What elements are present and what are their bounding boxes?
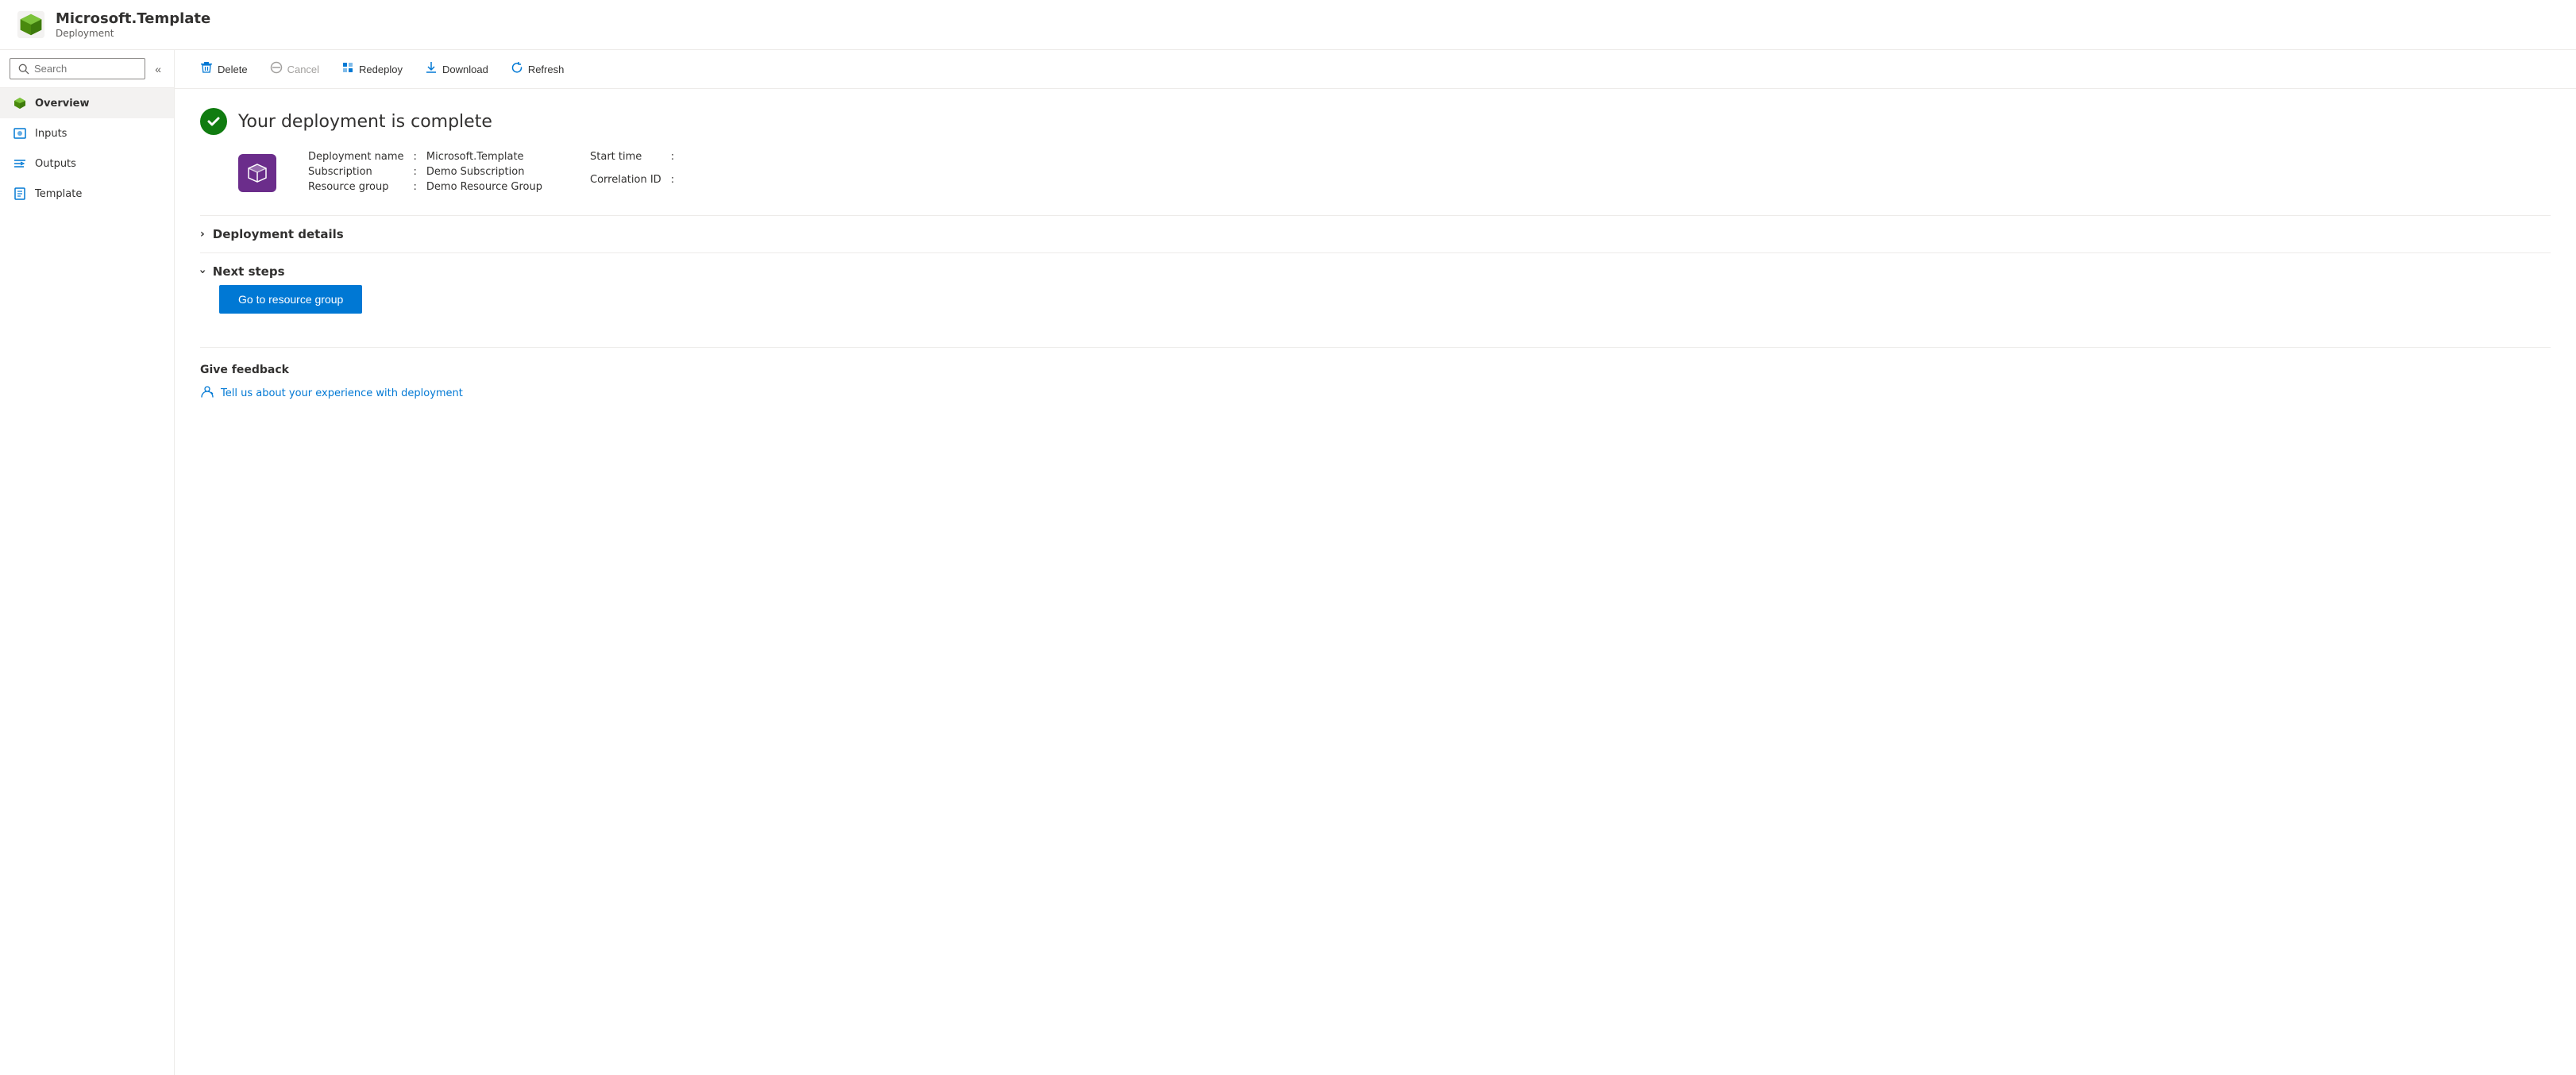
inputs-icon <box>13 126 27 141</box>
page-subtitle: Deployment <box>56 28 210 39</box>
resource-group-label: Resource group <box>308 181 404 193</box>
sidebar-item-inputs[interactable]: Inputs <box>0 118 174 148</box>
header: Microsoft.Template Deployment <box>0 0 2576 50</box>
refresh-button[interactable]: Refresh <box>501 56 574 82</box>
deployment-resource-icon <box>238 154 276 192</box>
deployment-name-value: Microsoft.Template <box>426 151 542 163</box>
start-time-label: Start time <box>590 151 661 163</box>
deployment-info-right: Start time : Correlation ID : <box>590 151 684 193</box>
search-icon <box>18 64 29 75</box>
cancel-button-label: Cancel <box>287 64 319 75</box>
subscription-value: Demo Subscription <box>426 166 542 178</box>
deployment-details-label: Deployment details <box>213 227 344 241</box>
download-button-label: Download <box>442 64 488 75</box>
sidebar-item-inputs-label: Inputs <box>35 128 67 140</box>
download-icon <box>425 61 438 77</box>
toolbar: Delete Cancel <box>175 50 2576 89</box>
page-title: Microsoft.Template <box>56 10 210 28</box>
sidebar-item-overview[interactable]: Overview <box>0 88 174 118</box>
delete-button[interactable]: Delete <box>191 56 257 82</box>
success-banner: Your deployment is complete <box>200 108 2551 135</box>
redeploy-button[interactable]: Redeploy <box>332 56 412 82</box>
refresh-icon <box>511 61 523 77</box>
collapse-sidebar-button[interactable]: « <box>152 60 164 79</box>
main-layout: « Overview Inputs <box>0 50 2576 1075</box>
deployment-details-section: › Deployment details <box>200 215 2551 252</box>
feedback-link[interactable]: Tell us about your experience with deplo… <box>200 384 2551 402</box>
sidebar-item-overview-label: Overview <box>35 98 90 110</box>
search-input[interactable] <box>34 63 137 75</box>
sidebar-item-outputs-label: Outputs <box>35 158 76 170</box>
download-button[interactable]: Download <box>415 56 498 82</box>
next-steps-content: Go to resource group <box>200 279 2551 314</box>
search-input-wrapper[interactable] <box>10 58 145 79</box>
resource-group-value: Demo Resource Group <box>426 181 542 193</box>
cancel-icon <box>270 61 283 77</box>
refresh-button-label: Refresh <box>528 64 565 75</box>
sidebar-item-template[interactable]: Template <box>0 179 174 209</box>
deployment-details-toggle[interactable]: › Deployment details <box>200 227 2551 241</box>
next-steps-section: › Next steps Go to resource group <box>200 252 2551 325</box>
delete-button-label: Delete <box>218 64 248 75</box>
feedback-title: Give feedback <box>200 364 2551 376</box>
delete-icon <box>200 61 213 77</box>
go-to-resource-group-button[interactable]: Go to resource group <box>219 285 362 314</box>
deployment-info-left: Deployment name : Microsoft.Template Sub… <box>308 151 542 193</box>
deployment-name-label: Deployment name <box>308 151 404 163</box>
subscription-label: Subscription <box>308 166 404 178</box>
sidebar-item-outputs[interactable]: Outputs <box>0 148 174 179</box>
content-area: Delete Cancel <box>175 50 2576 1075</box>
next-steps-chevron: › <box>196 269 209 274</box>
main-content: Your deployment is complete <box>175 89 2576 1075</box>
cancel-button[interactable]: Cancel <box>260 56 329 82</box>
feedback-link-text: Tell us about your experience with deplo… <box>221 387 463 399</box>
deployment-details-chevron: › <box>200 228 205 241</box>
next-steps-toggle[interactable]: › Next steps <box>200 264 2551 279</box>
feedback-person-icon <box>200 384 214 402</box>
microsoft-template-logo <box>16 10 46 40</box>
success-icon <box>200 108 227 135</box>
correlation-id-label: Correlation ID <box>590 174 661 186</box>
success-title: Your deployment is complete <box>238 112 492 132</box>
redeploy-button-label: Redeploy <box>359 64 403 75</box>
next-steps-label: Next steps <box>213 264 285 279</box>
deployment-info: Deployment name : Microsoft.Template Sub… <box>238 151 2551 193</box>
feedback-section: Give feedback Tell us about your experie… <box>200 347 2551 402</box>
redeploy-icon <box>341 61 354 77</box>
sidebar: « Overview Inputs <box>0 50 175 1075</box>
sidebar-search-area: « <box>0 50 174 88</box>
template-icon <box>13 187 27 201</box>
header-title-group: Microsoft.Template Deployment <box>56 10 210 39</box>
outputs-icon <box>13 156 27 171</box>
sidebar-item-template-label: Template <box>35 188 82 200</box>
overview-icon <box>13 96 27 110</box>
